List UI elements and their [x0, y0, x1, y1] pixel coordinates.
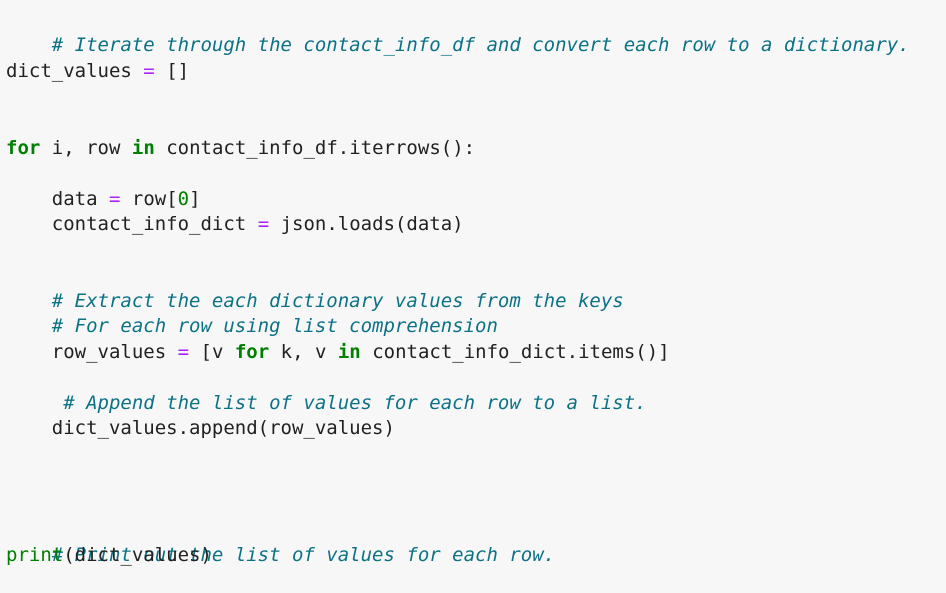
code-line-for-loop: for i, row in contact_info_df.iterrows()…: [6, 136, 475, 161]
code-line-comment-for-each: # For each row using list comprehension: [6, 314, 498, 339]
iterrows-call: contact_info_df.iterrows():: [166, 137, 476, 159]
variable-name: contact_info_dict: [51, 213, 247, 235]
builtin-print: print: [6, 544, 64, 566]
assign-operator: =: [177, 341, 190, 363]
code-line-list-comprehension: row_values = [v for k, v in contact_info…: [6, 340, 670, 365]
code-line-json-loads: contact_info_dict = json.loads(data): [6, 212, 464, 237]
comprehension-open: [v: [200, 341, 224, 363]
code-line-comment-print: # Print out the list of values for each …: [6, 518, 555, 566]
comment-text: # Append the list of values for each row…: [63, 392, 647, 414]
comprehension-vars: k, v: [280, 341, 327, 363]
json-loads-call: json.loads(data): [280, 213, 464, 235]
variable-name: data: [51, 188, 98, 210]
loop-variables: i, row: [51, 137, 121, 159]
assign-operator: =: [257, 213, 270, 235]
index-open: row[: [131, 188, 178, 210]
code-line-comment-iterate: # Iterate through the contact_info_df an…: [6, 8, 910, 56]
keyword-for: for: [234, 341, 270, 363]
variable-name: row_values: [51, 341, 167, 363]
code-cell[interactable]: # Iterate through the contact_info_df an…: [0, 0, 946, 576]
code-line-append-call: dict_values.append(row_values): [6, 416, 395, 441]
keyword-in: in: [131, 137, 155, 159]
comment-text: # Iterate through the contact_info_df an…: [51, 34, 910, 56]
variable-name: dict_values: [6, 60, 132, 82]
assign-operator: =: [143, 60, 155, 82]
comment-text: # Extract the each dictionary values fro…: [51, 290, 624, 312]
empty-list-literal: []: [166, 60, 190, 82]
code-line-dict-values-init: dict_values = []: [6, 59, 189, 84]
code-line-print-call: print(dict_values): [6, 543, 212, 568]
print-args: (dict_values): [63, 544, 212, 566]
append-call: dict_values.append(row_values): [51, 417, 395, 439]
code-line-comment-append: # Append the list of values for each row…: [6, 391, 647, 416]
assign-operator: =: [108, 188, 121, 210]
keyword-in: in: [337, 341, 361, 363]
items-call: contact_info_dict.items()]: [372, 341, 670, 363]
code-line-data-assign: data = row[0]: [6, 187, 201, 212]
index-number: 0: [177, 188, 190, 210]
index-close: ]: [189, 188, 201, 210]
comment-text: # For each row using list comprehension: [51, 315, 498, 337]
code-line-comment-extract: # Extract the each dictionary values fro…: [6, 289, 624, 314]
keyword-for: for: [6, 137, 41, 159]
